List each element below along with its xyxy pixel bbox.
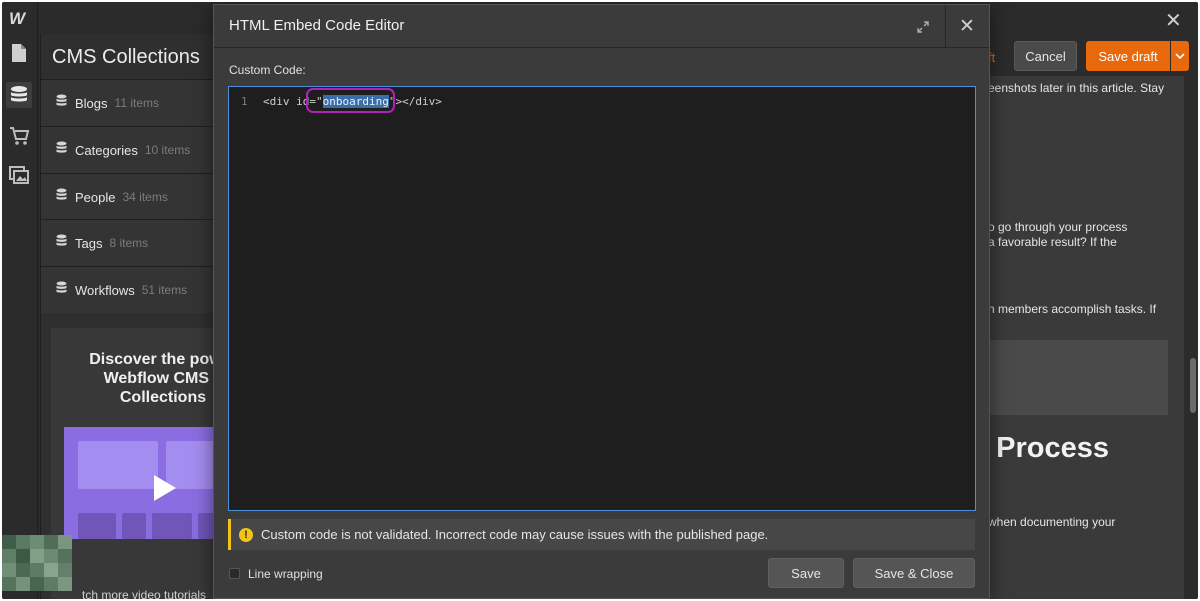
modal-header: HTML Embed Code Editor ✕ (214, 5, 989, 48)
collection-name: Categories (75, 142, 138, 158)
database-icon (56, 94, 67, 112)
collection-count: 51 items (141, 283, 188, 297)
ecommerce-cart-icon[interactable] (6, 123, 32, 149)
embed-placeholder (988, 340, 1168, 415)
collection-name: Blogs (75, 95, 108, 111)
database-icon (56, 281, 67, 299)
warning-text: Custom code is not validated. Incorrect … (261, 527, 769, 542)
pages-icon[interactable] (6, 40, 32, 66)
database-icon (56, 234, 67, 252)
code-editor[interactable]: 1 <div id="onboarding"></div> (228, 86, 976, 511)
save-options-dropdown[interactable] (1171, 41, 1189, 71)
highlight-annotation (306, 88, 395, 113)
cancel-button[interactable]: Cancel (1014, 41, 1077, 71)
save-draft-button[interactable]: Save draft (1086, 41, 1170, 71)
collection-count: 8 items (109, 236, 149, 250)
collection-count: 11 items (114, 96, 159, 110)
designer-window: W CMS Collections Blogs 11 items Categor… (2, 2, 1198, 599)
assets-icon[interactable] (6, 162, 32, 188)
collection-name: Tags (75, 235, 103, 251)
article-text: when documenting your (988, 515, 1116, 529)
database-icon (56, 141, 67, 159)
cms-database-icon[interactable] (6, 82, 32, 108)
article-text: o go through your process (988, 220, 1128, 234)
article-text: n members accomplish tasks. If (988, 302, 1157, 316)
expand-icon[interactable] (914, 18, 932, 36)
close-icon[interactable]: ✕ (954, 13, 980, 39)
save-button[interactable]: Save (768, 558, 844, 588)
collection-name: Workflows (75, 282, 135, 298)
article-text: a favorable result? If the (988, 235, 1117, 249)
warning-icon: ! (239, 527, 253, 542)
collection-name: People (75, 189, 116, 205)
custom-code-label: Custom Code: (229, 63, 306, 77)
collection-count: 10 items (144, 143, 191, 157)
panel-title: CMS Collections (52, 46, 200, 68)
save-and-close-button[interactable]: Save & Close (853, 558, 975, 588)
line-wrapping-checkbox[interactable] (229, 568, 240, 579)
line-number: 1 (241, 95, 248, 108)
webflow-logo[interactable]: W (9, 9, 31, 28)
close-icon[interactable]: ✕ (1165, 8, 1182, 33)
canvas-scrollbar[interactable] (1188, 76, 1198, 599)
validation-warning: ! Custom code is not validated. Incorrec… (228, 519, 975, 550)
line-wrapping-label[interactable]: Line wrapping (248, 567, 323, 581)
collection-count: 34 items (122, 190, 168, 204)
video-tutorials-link[interactable]: tch more video tutorials (82, 588, 206, 599)
article-text: eenshots later in this article. Stay (988, 81, 1165, 95)
article-heading: l Process (988, 432, 1109, 464)
chevron-down-icon (1175, 53, 1185, 59)
html-embed-modal: HTML Embed Code Editor ✕ Custom Code: 1 … (213, 4, 990, 599)
article-canvas: eenshots later in this article. Stay o g… (988, 76, 1184, 599)
play-icon[interactable] (154, 475, 176, 501)
left-rail: W (2, 2, 38, 599)
database-icon (56, 188, 67, 206)
modal-title: HTML Embed Code Editor (229, 17, 405, 34)
